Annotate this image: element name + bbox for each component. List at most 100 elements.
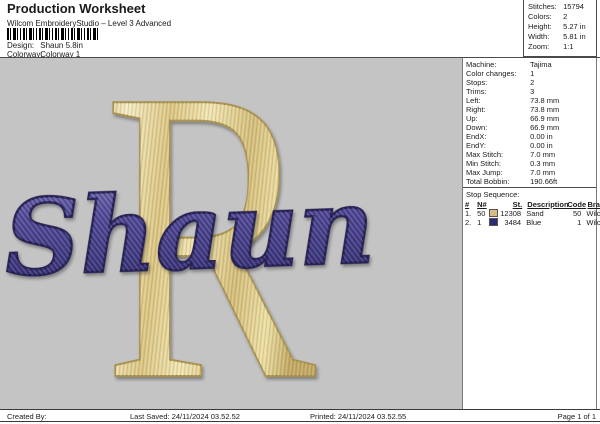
- row-stitch-count: 12308: [500, 209, 522, 218]
- summary-label: Stitches:: [528, 2, 557, 11]
- last-saved: Last Saved: 24/11/2024 03.52.52: [130, 412, 240, 421]
- machine-label: Max Stitch:: [466, 150, 504, 159]
- stop-sequence-rows: 1. 50 12308 Sand 50 Wilcom 2. 1 3484 Blue …: [465, 209, 600, 227]
- row-code: 50: [572, 209, 582, 218]
- col-code: Code: [567, 200, 587, 209]
- row-needle: 1: [477, 218, 482, 227]
- design-label: Design:: [7, 41, 35, 50]
- machine-label: EndY:: [466, 141, 487, 150]
- row-description: Sand: [526, 209, 544, 218]
- col-hash: #: [465, 200, 470, 209]
- machine-row: Max Jump: 7.0 mm: [463, 168, 596, 177]
- stop-sequence-row: 1. 50 12308 Sand 50 Wilcom: [465, 209, 600, 218]
- summary-label: Colors:: [528, 12, 552, 21]
- machine-value: 0.00 in: [530, 132, 553, 141]
- production-worksheet-page: Production Worksheet Wilcom EmbroiderySt…: [0, 0, 600, 424]
- design-row: Design: Shaun 5.8in: [7, 41, 83, 50]
- info-panel: Machine: Tajima Color changes: 1 Stops: …: [463, 58, 600, 409]
- summary-value: 2: [563, 12, 568, 21]
- machine-label: Machine:: [466, 60, 497, 69]
- machine-row: Up: 66.9 mm: [463, 114, 596, 123]
- summary-label: Width:: [528, 32, 550, 41]
- footer: Created By: Last Saved: 24/11/2024 03.52…: [0, 409, 600, 422]
- page-title: Production Worksheet: [7, 1, 146, 16]
- stop-sequence-title: Stop Sequence:: [466, 190, 520, 199]
- machine-value: 7.0 mm: [530, 168, 556, 177]
- machine-label: Up:: [466, 114, 478, 123]
- summary-box: Stitches: 15794 Colors: 2 Height: 5.27 i…: [523, 0, 597, 57]
- stop-sequence-row: 2. 1 3484 Blue 1 Wilcom: [465, 218, 600, 227]
- script-name-group: Shaun Shaun: [1, 163, 377, 301]
- stop-sequence-header: # N# St. Description Code Brand: [465, 200, 600, 209]
- machine-row: Stops: 2: [463, 78, 596, 87]
- machine-label: Down:: [466, 123, 488, 132]
- machine-value: 0.00 in: [530, 141, 553, 150]
- printed: Printed: 24/11/2024 03.52.55: [310, 412, 407, 421]
- machine-value: 7.0 mm: [530, 150, 556, 159]
- col-stitches: St.: [512, 200, 523, 209]
- machine-value: 190.66ft: [530, 177, 558, 186]
- machine-value: 0.3 mm: [530, 159, 556, 168]
- col-description: Description: [527, 200, 569, 209]
- machine-value: 1: [530, 69, 535, 78]
- summary-row: Colors: 2: [524, 12, 596, 22]
- summary-row: Zoom: 1:1: [524, 42, 596, 52]
- machine-value: 73.8 mm: [530, 105, 560, 114]
- machine-row: EndX: 0.00 in: [463, 132, 596, 141]
- row-code: 1: [577, 218, 582, 227]
- row-brand: Wilcom: [586, 218, 600, 227]
- col-brand: Brand: [587, 200, 600, 209]
- machine-row: Right: 73.8 mm: [463, 105, 596, 114]
- machine-value: Tajima: [529, 60, 552, 69]
- machine-label: EndX:: [466, 132, 487, 141]
- machine-row: Max Stitch: 7.0 mm: [463, 150, 596, 159]
- summary-label: Height:: [528, 22, 552, 31]
- machine-label: Color changes:: [466, 69, 517, 78]
- machine-row: Min Stitch: 0.3 mm: [463, 159, 596, 168]
- row-stitch-count: 3484: [504, 218, 522, 227]
- machine-label: Stops:: [466, 78, 488, 87]
- machine-label: Left:: [466, 96, 481, 105]
- machine-row: Left: 73.8 mm: [463, 96, 596, 105]
- thread-color-swatch: [489, 218, 499, 226]
- summary-value: 15794: [563, 2, 584, 11]
- embroidery-design: R R Shaun Shaun: [1, 4, 377, 424]
- page-number: Page 1 of 1: [557, 412, 596, 421]
- summary-row: Width: 5.81 in: [524, 32, 596, 42]
- summary-row: Stitches: 15794: [524, 2, 596, 12]
- machine-row: EndY: 0.00 in: [463, 141, 596, 150]
- created-by: Created By:: [7, 412, 47, 421]
- machine-label: Trims:: [466, 87, 487, 96]
- summary-value: 1:1: [563, 42, 574, 51]
- machine-row: Color changes: 1: [463, 69, 596, 78]
- stop-sequence-table: # N# St. Description Code Brand 1. 50 123…: [463, 200, 600, 227]
- machine-value: 2: [530, 78, 535, 87]
- summary-label: Zoom:: [528, 42, 550, 51]
- machine-row: Total Bobbin: 190.66ft: [463, 177, 596, 186]
- machine-value: 66.9 mm: [530, 114, 560, 123]
- machine-value: 73.8 mm: [530, 96, 560, 105]
- machine-value: 66.9 mm: [530, 123, 560, 132]
- machine-row: Machine: Tajima: [463, 60, 596, 69]
- script-name-texture: Shaun: [3, 164, 376, 300]
- machine-label: Min Stitch:: [466, 159, 502, 168]
- row-number: 1.: [465, 209, 472, 218]
- machine-label: Max Jump:: [466, 168, 503, 177]
- machine-row: Trims: 3: [463, 87, 596, 96]
- summary-value: 5.81 in: [563, 32, 586, 41]
- row-number: 2.: [465, 218, 472, 227]
- thread-color-swatch: [489, 209, 499, 217]
- design-value: Shaun 5.8in: [40, 41, 83, 50]
- row-needle: 50: [477, 209, 486, 218]
- col-needle: N#: [477, 200, 487, 209]
- machine-value: 3: [530, 87, 535, 96]
- machine-row: Down: 66.9 mm: [463, 123, 596, 132]
- app-subtitle: Wilcom EmbroideryStudio – Level 3 Advanc…: [7, 19, 172, 28]
- machine-label: Right:: [466, 105, 486, 114]
- machine-label: Total Bobbin:: [466, 177, 510, 186]
- summary-value: 5.27 in: [563, 22, 586, 31]
- machine-info: Machine: Tajima Color changes: 1 Stops: …: [463, 58, 596, 186]
- row-description: Blue: [526, 218, 542, 227]
- row-brand: Wilcom: [586, 209, 600, 218]
- design-canvas: R R Shaun Shaun: [0, 4, 463, 424]
